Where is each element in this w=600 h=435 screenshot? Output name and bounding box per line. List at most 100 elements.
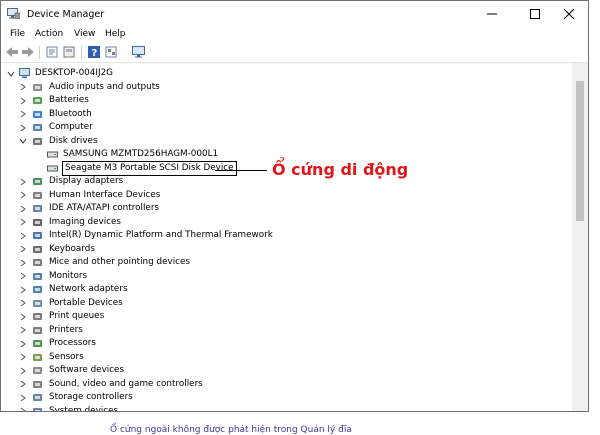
tree-root[interactable]: DESKTOP-004IJ2G bbox=[7, 67, 207, 80]
window-title: Device Manager bbox=[27, 9, 105, 20]
category-label: Display adapters bbox=[49, 176, 124, 186]
expand-icon[interactable] bbox=[19, 94, 27, 107]
collapse-icon[interactable] bbox=[19, 135, 27, 148]
show-hidden-button[interactable] bbox=[104, 45, 118, 59]
printer-icon bbox=[33, 313, 42, 320]
category-label: Disk drives bbox=[49, 135, 98, 146]
category-label: Sensors bbox=[49, 351, 84, 362]
vertical-scrollbar[interactable] bbox=[572, 63, 588, 411]
expand-icon[interactable] bbox=[19, 189, 27, 202]
mouse-icon bbox=[33, 259, 42, 266]
expand-icon[interactable] bbox=[19, 297, 27, 310]
collapse-icon[interactable] bbox=[7, 67, 15, 80]
toolbar-separator bbox=[39, 46, 40, 59]
expand-icon[interactable] bbox=[19, 310, 27, 323]
properties-icon bbox=[46, 46, 58, 58]
forward-arrow-icon bbox=[22, 47, 34, 57]
category-label: Software devices bbox=[49, 365, 125, 375]
category-label: Printers bbox=[49, 324, 83, 335]
help-icon: ? bbox=[88, 46, 100, 58]
system-icon bbox=[33, 407, 42, 411]
menu-file[interactable]: File bbox=[10, 29, 25, 39]
storage-icon bbox=[33, 394, 42, 401]
maximize-icon bbox=[530, 9, 540, 19]
close-icon bbox=[564, 9, 574, 19]
category-label: Intel(R) Dynamic Platform and Thermal Fr… bbox=[49, 230, 273, 240]
category-label: Sound, video and game controllers bbox=[49, 378, 203, 389]
details-icon bbox=[63, 46, 75, 58]
camera-icon bbox=[33, 218, 42, 226]
category-label: Storage controllers bbox=[49, 392, 133, 402]
disk-drive-icon bbox=[47, 165, 58, 171]
expand-icon[interactable] bbox=[19, 391, 27, 404]
expand-icon[interactable] bbox=[19, 364, 27, 377]
category-label: Computer bbox=[49, 122, 93, 132]
show-hidden-icon bbox=[105, 46, 117, 58]
monitor-icon bbox=[131, 46, 145, 58]
properties-button[interactable] bbox=[45, 45, 59, 59]
category-label: Print queues bbox=[49, 311, 105, 321]
device-tree[interactable]: DESKTOP-004IJ2G Audio inputs and outputs… bbox=[1, 63, 572, 411]
back-button[interactable] bbox=[5, 45, 19, 59]
menu-view[interactable]: View bbox=[74, 29, 95, 39]
maximize-button[interactable] bbox=[516, 1, 554, 27]
root-label: DESKTOP-004IJ2G bbox=[35, 68, 113, 78]
processor-icon bbox=[33, 340, 42, 347]
computer-icon bbox=[19, 68, 30, 78]
annotation-label: Ổ cứng di động bbox=[272, 160, 409, 179]
expand-icon[interactable] bbox=[19, 243, 27, 256]
expand-icon[interactable] bbox=[19, 216, 27, 229]
minimize-button[interactable] bbox=[473, 1, 511, 27]
battery-icon bbox=[33, 97, 42, 104]
expand-icon[interactable] bbox=[19, 351, 27, 364]
category-label: Processors bbox=[49, 338, 96, 348]
software-device-icon bbox=[33, 367, 42, 374]
expand-icon[interactable] bbox=[19, 202, 27, 215]
annotation-leader-line bbox=[215, 170, 267, 171]
expand-icon[interactable] bbox=[19, 405, 27, 411]
menu-help[interactable]: Help bbox=[105, 29, 126, 39]
category-label: Bluetooth bbox=[49, 108, 92, 119]
sensor-icon bbox=[33, 353, 42, 361]
ide-controller-icon bbox=[33, 205, 42, 212]
device-manager-window: Device Manager File Action View Help ? D… bbox=[0, 0, 589, 412]
category-label: Audio inputs and outputs bbox=[49, 81, 160, 92]
expand-icon[interactable] bbox=[19, 81, 27, 94]
expand-icon[interactable] bbox=[19, 378, 27, 391]
expand-icon[interactable] bbox=[19, 256, 27, 269]
menu-action[interactable]: Action bbox=[35, 29, 63, 39]
category-label: IDE ATA/ATAPI controllers bbox=[49, 203, 160, 213]
category-label: Network adapters bbox=[49, 284, 128, 294]
monitor-icon bbox=[33, 272, 42, 280]
title-bar[interactable]: Device Manager bbox=[1, 1, 588, 27]
category-label: Batteries bbox=[49, 95, 89, 105]
expand-icon[interactable] bbox=[19, 324, 27, 337]
bluetooth-icon bbox=[33, 110, 42, 118]
disk-drive-icon bbox=[33, 137, 42, 145]
toolbar: ? bbox=[1, 43, 588, 63]
disk-drive-icon bbox=[47, 151, 58, 158]
expand-icon[interactable] bbox=[19, 229, 27, 242]
hid-icon bbox=[33, 191, 42, 199]
forward-button[interactable] bbox=[21, 45, 35, 59]
category-label: Monitors bbox=[49, 270, 88, 281]
network-icon bbox=[33, 286, 42, 293]
close-button[interactable] bbox=[550, 1, 588, 27]
scan-hardware-button[interactable] bbox=[131, 45, 145, 59]
expand-icon[interactable] bbox=[19, 175, 27, 188]
computer-icon bbox=[33, 124, 42, 131]
category-label: Human Interface Devices bbox=[49, 189, 161, 200]
details-button[interactable] bbox=[62, 45, 76, 59]
expand-icon[interactable] bbox=[19, 108, 27, 121]
expand-icon[interactable] bbox=[19, 283, 27, 296]
expand-icon[interactable] bbox=[19, 121, 27, 134]
expand-icon[interactable] bbox=[19, 337, 27, 350]
expand-icon[interactable] bbox=[19, 270, 27, 283]
disk-drive-label: SAMSUNG MZMTD256HAGM-000L1 bbox=[63, 149, 219, 159]
scrollbar-thumb[interactable] bbox=[576, 81, 584, 221]
speaker-icon bbox=[33, 83, 42, 91]
help-button[interactable]: ? bbox=[87, 45, 101, 59]
printer-icon bbox=[33, 326, 42, 334]
keyboard-icon bbox=[33, 245, 42, 253]
category-label: Mice and other pointing devices bbox=[49, 257, 190, 267]
